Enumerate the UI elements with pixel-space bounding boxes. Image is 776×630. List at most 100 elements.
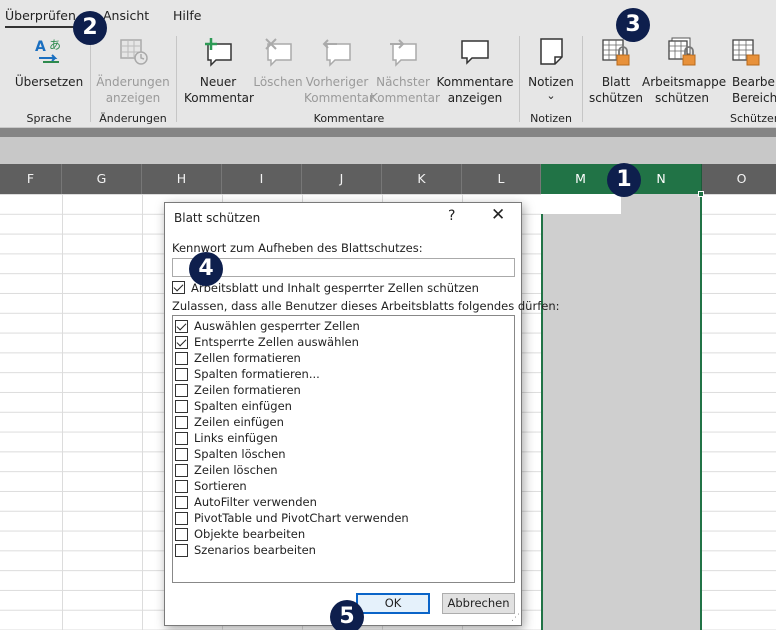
- new-comment-button[interactable]: Neuer Kommentar: [184, 36, 254, 106]
- permissions-list[interactable]: Auswählen gesperrter Zellen Entsperrte Z…: [172, 315, 515, 583]
- step-badge-2: 2: [73, 11, 107, 45]
- protect-contents-label: Arbeitsblatt und Inhalt gesperrter Zelle…: [191, 281, 479, 295]
- resize-grip-icon[interactable]: ⋰: [511, 613, 520, 623]
- step-badge-3: 3: [616, 8, 650, 42]
- comment-icon: [459, 36, 491, 68]
- selected-columns-m-n[interactable]: [541, 194, 702, 630]
- previous-comment-icon: [321, 36, 353, 68]
- delete-comment-icon: [262, 36, 294, 68]
- new-comment-icon: [202, 36, 234, 68]
- tab-view[interactable]: Ansicht: [103, 8, 149, 23]
- option-label: Auswählen gesperrter Zellen: [194, 319, 360, 333]
- protect-workbook-label-1: Arbeitsmappe: [642, 75, 727, 89]
- list-item[interactable]: Zeilen löschen: [175, 463, 505, 479]
- option-label: Zeilen formatieren: [194, 383, 301, 397]
- column-header-g[interactable]: G: [62, 164, 142, 194]
- option-checkbox[interactable]: [175, 544, 188, 557]
- active-cell[interactable]: [541, 194, 621, 214]
- option-checkbox[interactable]: [175, 432, 188, 445]
- allow-edit-ranges-button[interactable]: Bearbeit Bereichen: [728, 36, 776, 106]
- tab-review[interactable]: Überprüfen: [5, 8, 76, 28]
- group-label-changes: Änderungen: [99, 112, 167, 125]
- option-label: Links einfügen: [194, 431, 278, 445]
- option-label: Entsperrte Zellen auswählen: [194, 335, 359, 349]
- list-item[interactable]: Entsperrte Zellen auswählen: [175, 335, 505, 351]
- column-header-j[interactable]: J: [302, 164, 382, 194]
- list-item[interactable]: Spalten formatieren...: [175, 367, 505, 383]
- delete-comment-button[interactable]: Löschen: [252, 36, 304, 90]
- translate-label: Übersetzen: [14, 75, 84, 89]
- option-checkbox[interactable]: [175, 512, 188, 525]
- password-input[interactable]: [172, 258, 515, 277]
- column-header-k[interactable]: K: [382, 164, 462, 194]
- step-badge-4: 4: [189, 252, 223, 286]
- option-checkbox[interactable]: [175, 464, 188, 477]
- previous-comment-button[interactable]: Vorheriger Kommentar: [304, 36, 374, 106]
- list-item[interactable]: Szenarios bearbeiten: [175, 543, 505, 559]
- option-checkbox[interactable]: [175, 448, 188, 461]
- protect-contents-checkbox[interactable]: [172, 281, 185, 294]
- option-checkbox[interactable]: [175, 320, 188, 333]
- list-item[interactable]: Objekte bearbeiten: [175, 527, 505, 543]
- option-checkbox[interactable]: [175, 368, 188, 381]
- column-header-h[interactable]: H: [142, 164, 222, 194]
- protect-workbook-label-2: schützen: [654, 91, 710, 105]
- ribbon-divider: [0, 128, 776, 137]
- next-comment-button[interactable]: Nächster Kommentar: [370, 36, 440, 106]
- column-header-i[interactable]: I: [222, 164, 302, 194]
- fill-handle[interactable]: [698, 191, 704, 197]
- list-item[interactable]: Zeilen einfügen: [175, 415, 505, 431]
- option-checkbox[interactable]: [175, 336, 188, 349]
- option-checkbox[interactable]: [175, 416, 188, 429]
- option-label: PivotTable und PivotChart verwenden: [194, 511, 409, 525]
- list-item[interactable]: Auswählen gesperrter Zellen: [175, 319, 505, 335]
- option-checkbox[interactable]: [175, 496, 188, 509]
- column-header-l[interactable]: L: [462, 164, 541, 194]
- new-comment-label-2: Kommentar: [184, 91, 254, 105]
- protect-workbook-icon: [666, 36, 698, 68]
- list-item[interactable]: Links einfügen: [175, 431, 505, 447]
- group-label-comments: Kommentare: [313, 112, 385, 125]
- option-label: Szenarios bearbeiten: [194, 543, 316, 557]
- option-checkbox[interactable]: [175, 528, 188, 541]
- list-item[interactable]: PivotTable und PivotChart verwenden: [175, 511, 505, 527]
- grid-line: [62, 194, 63, 630]
- show-changes-button[interactable]: Änderungen anzeigen: [96, 36, 170, 106]
- option-label: Spalten einfügen: [194, 399, 292, 413]
- list-item[interactable]: Zellen formatieren: [175, 351, 505, 367]
- close-button[interactable]: ✕: [491, 205, 505, 225]
- translate-button[interactable]: A あ Übersetzen: [14, 36, 84, 90]
- next-comment-label-1: Nächster: [376, 75, 430, 89]
- notes-button[interactable]: Notizen ⌄: [524, 36, 578, 102]
- list-item[interactable]: Spalten einfügen: [175, 399, 505, 415]
- ok-button[interactable]: OK: [356, 593, 430, 614]
- list-item[interactable]: AutoFilter verwenden: [175, 495, 505, 511]
- option-label: Spalten formatieren...: [194, 367, 320, 381]
- option-label: AutoFilter verwenden: [194, 495, 317, 509]
- option-checkbox[interactable]: [175, 400, 188, 413]
- protect-sheet-button[interactable]: Blatt schützen: [588, 36, 644, 106]
- show-changes-label-1: Änderungen: [96, 75, 170, 89]
- column-header-f[interactable]: F: [0, 164, 62, 194]
- note-icon: [535, 36, 567, 68]
- column-header-o[interactable]: O: [702, 164, 776, 194]
- help-button[interactable]: ?: [448, 208, 455, 224]
- ribbon: A あ Übersetzen Änderungen anzeigen Neuer…: [0, 30, 776, 128]
- list-item[interactable]: Zeilen formatieren: [175, 383, 505, 399]
- option-label: Zeilen löschen: [194, 463, 278, 477]
- option-checkbox[interactable]: [175, 352, 188, 365]
- option-label: Zeilen einfügen: [194, 415, 284, 429]
- show-changes-label-2: anzeigen: [105, 91, 161, 105]
- option-checkbox[interactable]: [175, 480, 188, 493]
- list-item[interactable]: Sortieren: [175, 479, 505, 495]
- protect-workbook-button[interactable]: Arbeitsmappe schützen: [642, 36, 727, 106]
- chevron-down-icon: ⌄: [546, 89, 556, 102]
- changes-icon: [117, 36, 149, 68]
- delete-comment-label: Löschen: [253, 75, 303, 89]
- tab-help[interactable]: Hilfe: [173, 8, 201, 23]
- list-item[interactable]: Spalten löschen: [175, 447, 505, 463]
- show-comments-button[interactable]: Kommentare anzeigen: [436, 36, 514, 106]
- allow-edit-ranges-icon: [730, 36, 762, 68]
- cancel-button[interactable]: Abbrechen: [442, 593, 515, 614]
- option-checkbox[interactable]: [175, 384, 188, 397]
